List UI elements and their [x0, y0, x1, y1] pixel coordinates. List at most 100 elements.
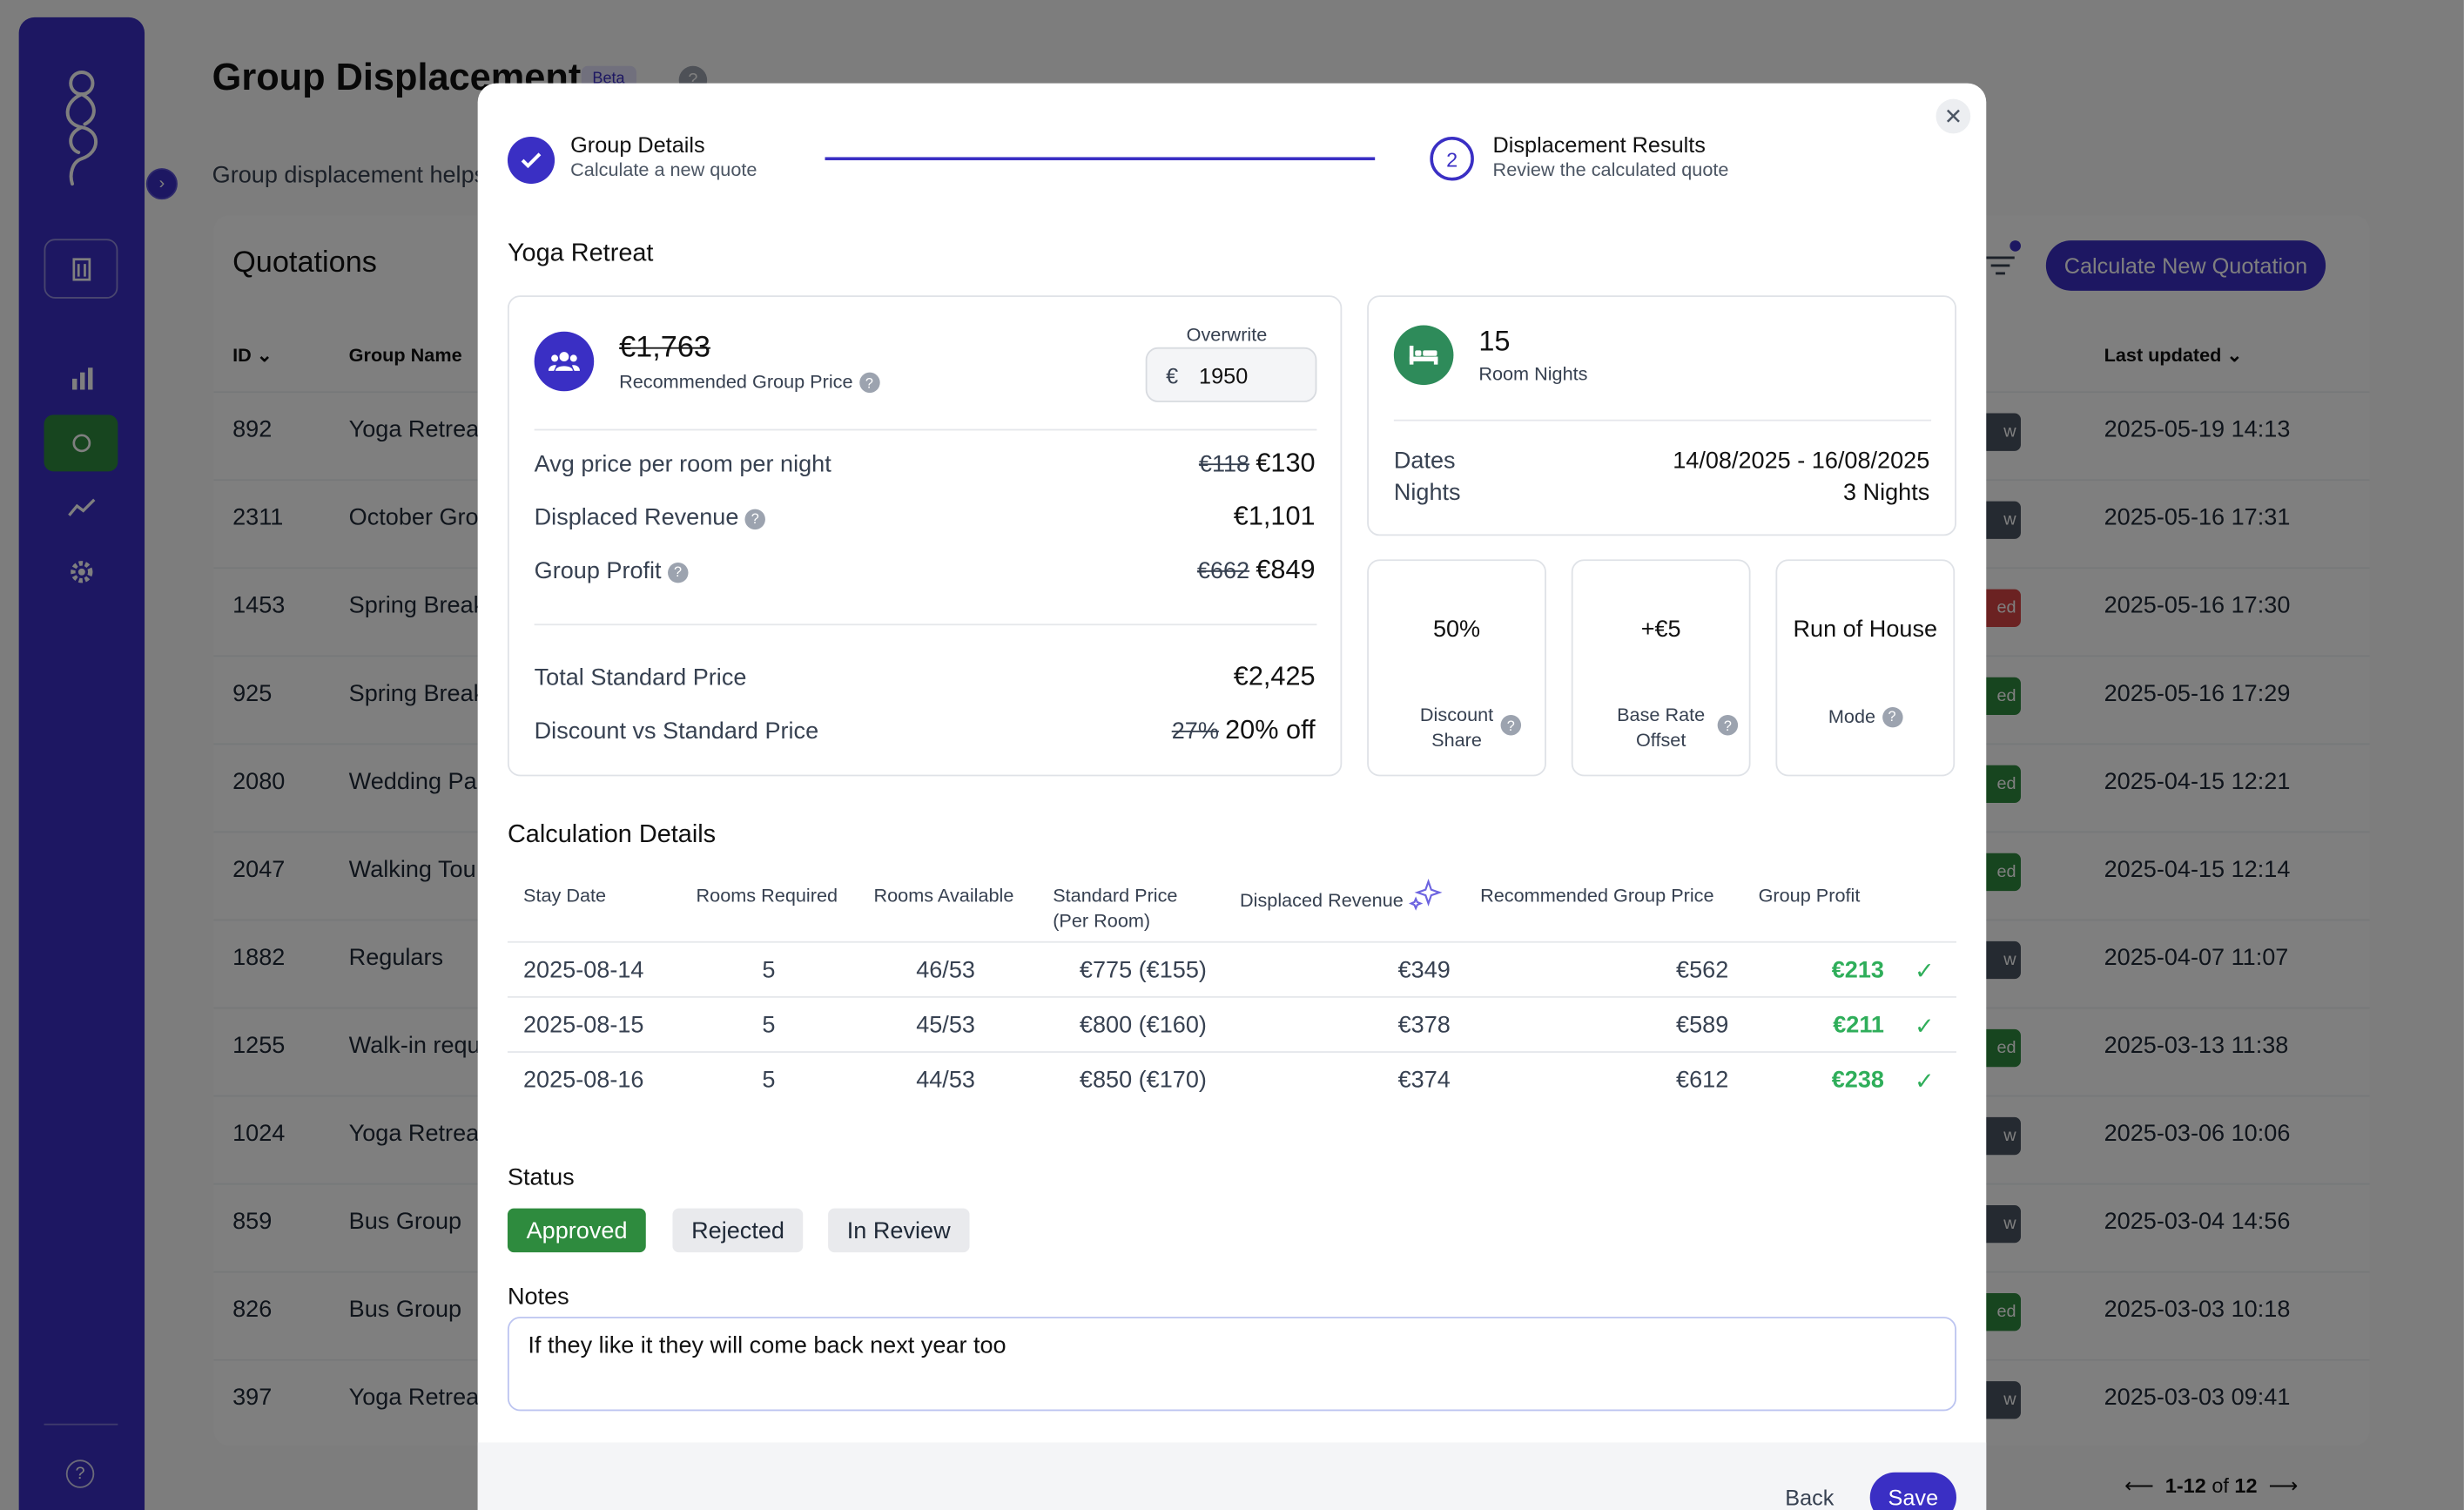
cell-rooms-required: 5 — [762, 956, 776, 984]
metric-value: €118 €130 — [1198, 448, 1316, 478]
col-rooms-required: Rooms Required — [696, 884, 838, 907]
price-summary-card: €1,763 Recommended Group Price? Overwrit… — [507, 295, 1343, 777]
dates-label: Dates — [1393, 448, 1456, 475]
total-value: 27% 20% off — [1171, 715, 1316, 745]
calc-table-row: 2025-08-14 5 46/53 €775 (€155) €349 €562 €213 ✓ — [507, 940, 1956, 996]
status-label: Status — [507, 1164, 575, 1191]
bed-icon — [1393, 325, 1454, 386]
help-icon[interactable]: ? — [1500, 715, 1522, 736]
discount-share-value: 50% — [1432, 616, 1481, 643]
stepper-progress-line — [825, 157, 1376, 161]
step1-subtitle: Calculate a new quote — [570, 158, 757, 181]
cell-stay-date: 2025-08-15 — [522, 1012, 644, 1039]
total-label: Discount vs Standard Price — [534, 718, 819, 745]
col-rooms-available: Rooms Available — [873, 884, 1014, 907]
metric-label: Avg price per room per night — [534, 450, 831, 478]
cell-recommended-price: €612 — [1676, 1067, 1729, 1094]
cell-rooms-required: 5 — [762, 1012, 776, 1039]
total-value: €2,425 — [1233, 661, 1316, 691]
calc-table-row: 2025-08-16 5 44/53 €850 (€170) €374 €612 €238 ✓ — [507, 1051, 1956, 1106]
cell-standard-price: €850 (€170) — [1079, 1067, 1207, 1094]
help-icon[interactable]: ? — [858, 373, 880, 394]
total-label: Total Standard Price — [534, 664, 747, 691]
back-button[interactable]: Back — [1785, 1485, 1834, 1510]
col-stay-date: Stay Date — [522, 884, 607, 907]
modal-footer: Back Save — [477, 1442, 1987, 1510]
base-rate-offset-card: +€5 Base Rate Offset ? — [1571, 559, 1751, 777]
room-nights-label: Room Nights — [1478, 362, 1588, 386]
step2-title: Displacement Results — [1492, 131, 1706, 158]
step-complete-check-icon — [507, 136, 555, 185]
total-old-value: 27% — [1171, 718, 1219, 745]
cell-stay-date: 2025-08-16 — [522, 1067, 644, 1094]
cell-displaced-revenue: €349 — [1397, 956, 1451, 984]
col-displaced-revenue: Displaced Revenue — [1240, 878, 1444, 913]
metric-value: €662 €849 — [1196, 554, 1316, 585]
metric-value: €1,101 — [1233, 501, 1316, 531]
notes-label: Notes — [507, 1284, 569, 1311]
nights-label: Nights — [1393, 479, 1461, 507]
cell-stay-date: 2025-08-14 — [522, 956, 644, 984]
cell-group-profit: €213 — [1831, 956, 1884, 984]
metric-old-value: €662 — [1196, 557, 1250, 585]
currency-symbol: € — [1166, 362, 1179, 388]
check-icon: ✓ — [1915, 1068, 1935, 1095]
overwrite-label: Overwrite — [1186, 323, 1268, 346]
help-icon[interactable]: ? — [667, 562, 689, 583]
cell-standard-price: €800 (€160) — [1079, 1012, 1207, 1039]
group-users-icon — [534, 331, 595, 392]
help-icon[interactable]: ? — [744, 508, 766, 529]
status-approved-button[interactable]: Approved — [507, 1208, 647, 1253]
overwrite-price-input[interactable]: € 1950 — [1145, 347, 1317, 402]
dates-value: 14/08/2025 - 16/08/2025 — [1673, 448, 1930, 475]
cell-rooms-available: 44/53 — [916, 1067, 975, 1094]
check-icon: ✓ — [1915, 958, 1935, 986]
cell-group-profit: €238 — [1831, 1067, 1884, 1094]
help-icon[interactable]: ? — [1882, 707, 1902, 729]
cell-rooms-required: 5 — [762, 1067, 776, 1094]
cell-rooms-available: 45/53 — [916, 1012, 975, 1039]
status-in-review-button[interactable]: In Review — [828, 1208, 970, 1253]
step2-subtitle: Review the calculated quote — [1492, 158, 1729, 181]
cell-rooms-available: 46/53 — [916, 956, 975, 984]
mode-value: Run of House — [1793, 616, 1938, 643]
calculation-details-title: Calculation Details — [507, 821, 717, 849]
stay-summary-card: 15 Room Nights Dates 14/08/2025 - 16/08/… — [1367, 295, 1956, 536]
cell-displaced-revenue: €378 — [1397, 1012, 1451, 1039]
divider — [534, 624, 1317, 626]
metric-old-value: €118 — [1198, 450, 1250, 478]
col-recommended-group-price: Recommended Group Price — [1480, 884, 1714, 907]
original-group-price: €1,763 — [619, 331, 710, 365]
base-rate-offset-value: +€5 — [1640, 616, 1681, 643]
cell-recommended-price: €562 — [1676, 956, 1729, 984]
close-icon[interactable]: ✕ — [1936, 98, 1971, 134]
mode-card: Run of House Mode? — [1775, 559, 1956, 777]
divider — [1393, 419, 1932, 421]
calc-table-row: 2025-08-15 5 45/53 €800 (€160) €378 €589 €211 ✓ — [507, 995, 1956, 1051]
quotation-modal: ✕ Group Details Calculate a new quote 2 … — [477, 83, 1987, 1510]
cell-displaced-revenue: €374 — [1397, 1067, 1451, 1094]
col-group-profit: Group Profit — [1758, 884, 1861, 907]
cell-group-profit: €211 — [1833, 1012, 1884, 1039]
col-standard-price: Standard Price (Per Room) — [1053, 884, 1178, 933]
mode-label: Mode? — [1777, 705, 1953, 730]
nights-value: 3 Nights — [1842, 479, 1930, 507]
divider — [534, 428, 1317, 431]
cell-recommended-price: €589 — [1676, 1012, 1729, 1039]
recommended-group-price-label: Recommended Group Price? — [619, 371, 880, 394]
room-nights-value: 15 — [1478, 325, 1511, 357]
cell-standard-price: €775 (€155) — [1079, 956, 1207, 984]
notes-textarea[interactable]: If they like it they will come back next… — [507, 1317, 1956, 1412]
help-icon[interactable]: ? — [1717, 715, 1739, 736]
group-name-heading: Yoga Retreat — [507, 240, 654, 267]
discount-share-card: 50% Discount Share ? — [1367, 559, 1546, 777]
save-button[interactable]: Save — [1869, 1472, 1956, 1510]
check-icon: ✓ — [1915, 1013, 1935, 1041]
metric-label: Group Profit? — [535, 558, 689, 584]
metric-label: Displaced Revenue? — [535, 504, 766, 531]
step1-title: Group Details — [570, 131, 705, 158]
step2-number: 2 — [1430, 136, 1474, 181]
sparkle-icon — [1409, 878, 1444, 911]
status-rejected-button[interactable]: Rejected — [672, 1208, 804, 1253]
overwrite-value: 1950 — [1199, 362, 1249, 388]
